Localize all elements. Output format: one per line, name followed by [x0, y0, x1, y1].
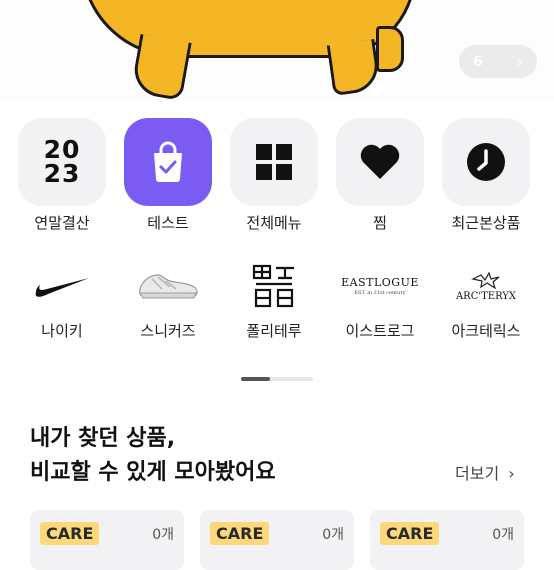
menu-item-recent[interactable]: 최근본상품 [436, 118, 536, 233]
slide-counter-value: 6 [473, 53, 483, 70]
item-count: 0개 [152, 527, 174, 543]
care-badge: CARE [40, 522, 100, 545]
tile [336, 118, 424, 206]
menu-item-eastlogue[interactable]: EASTLOGUE EST. in 21st century 이스트로그 [330, 256, 430, 341]
product-card[interactable]: CARE 0개 [370, 510, 524, 570]
chevron-right-icon[interactable]: › [517, 52, 523, 71]
promo-banner[interactable]: 6 › [0, 0, 554, 100]
item-count: 0개 [492, 527, 514, 543]
more-link[interactable]: 더보기 › [455, 460, 515, 484]
menu-item-label: 아크테릭스 [451, 322, 521, 340]
eastlogue-logo-icon: EASTLOGUE EST. in 21st century [341, 276, 419, 296]
shopping-bag-check-icon [154, 141, 182, 182]
menu-item-label: 이스트로그 [345, 322, 415, 340]
menu-pagination[interactable] [241, 377, 313, 381]
product-card[interactable]: CARE 0개 [200, 510, 354, 570]
brand-logo [230, 256, 318, 316]
menu-item-label: 전체메뉴 [246, 214, 302, 232]
menu-item-label: 테스트 [147, 214, 189, 232]
nike-swoosh-icon [35, 278, 89, 297]
tile [442, 118, 530, 206]
tile [124, 118, 212, 206]
2023-badge-icon: 20 23 [43, 135, 81, 188]
menu-item-label: 찜 [373, 214, 387, 232]
menu-item-test[interactable]: 테스트 [118, 118, 218, 233]
menu-item-polyteru[interactable]: 폴리테루 [224, 256, 324, 341]
tile: 20 23 [18, 118, 106, 206]
menu-item-all-menu[interactable]: 전체메뉴 [224, 118, 324, 233]
grid-icon [256, 144, 292, 180]
tile [230, 118, 318, 206]
menu-item-label: 나이키 [41, 322, 83, 340]
chevron-right-icon: › [508, 464, 515, 483]
care-badge: CARE [210, 522, 270, 545]
item-count: 0개 [322, 527, 344, 543]
menu-item-label: 최근본상품 [451, 214, 521, 232]
menu-item-sneakers[interactable]: 스니커즈 [118, 256, 218, 341]
polyteru-logo-icon [252, 264, 294, 308]
clock-icon [467, 143, 505, 181]
brand-logo [18, 256, 106, 316]
section-title: 내가 찾던 상품, 비교할 수 있게 모아봤어요 [30, 426, 276, 485]
mascot-leg [130, 33, 192, 100]
menu-item-nike[interactable]: 나이키 [12, 256, 112, 341]
product-card[interactable]: CARE 0개 [30, 510, 184, 570]
pagination-thumb [241, 377, 270, 381]
mascot-hand [376, 26, 404, 72]
menu-item-label: 폴리테루 [246, 322, 302, 340]
sneaker-icon [139, 274, 198, 299]
heart-icon [360, 144, 400, 179]
menu-item-year-review[interactable]: 20 23 연말결산 [12, 118, 112, 233]
menu-item-wishlist[interactable]: 찜 [330, 118, 430, 233]
care-badge: CARE [380, 522, 440, 545]
arcteryx-logo-icon: ARC'TERYX [442, 256, 530, 316]
mascot-leg [326, 38, 382, 97]
menu-item-label: 연말결산 [34, 214, 90, 232]
slide-counter[interactable]: 6 › [459, 45, 537, 78]
brand-logo [124, 256, 212, 316]
menu-item-arcteryx[interactable]: ARC'TERYX 아크테릭스 [436, 256, 536, 341]
archaeopteryx-icon [471, 271, 500, 289]
menu-item-label: 스니커즈 [140, 322, 196, 340]
